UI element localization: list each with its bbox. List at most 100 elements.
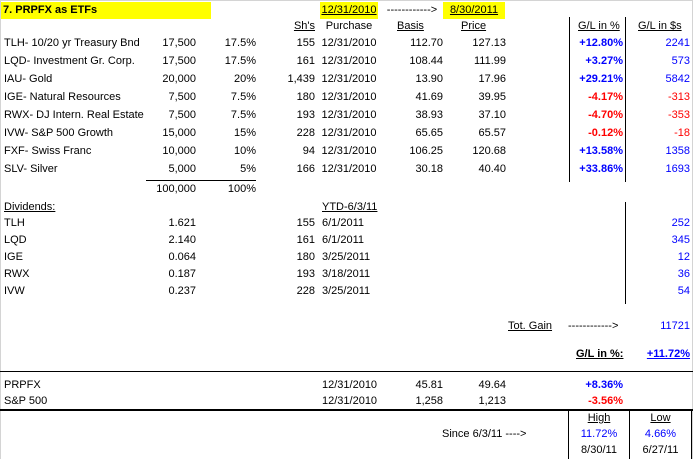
dividend-date: 3/25/2011 [322, 251, 371, 263]
holding-amount: 5,000 [168, 163, 196, 175]
dividend-shares: 228 [296, 285, 315, 297]
since-high-value: 11.72% [580, 428, 618, 440]
dividend-date: 3/18/2011 [322, 268, 371, 280]
col-header-purchase: Purchase [325, 20, 373, 32]
holding-gl-pct: +3.27% [585, 55, 623, 67]
dividend-ticker: RWX [4, 268, 30, 280]
holding-gl-pct: +13.58% [579, 145, 623, 157]
since-label: Since 6/3/11 ----> [442, 428, 527, 440]
dividend-ticker: LQD [4, 234, 27, 246]
holding-amount: 15,000 [162, 127, 196, 139]
holding-alloc: 15% [233, 127, 256, 139]
holding-purchase-date: 12/31/2010 [321, 91, 377, 103]
holding-gl-pct: +12.80% [579, 37, 623, 49]
dividend-ticker: IVW [4, 285, 25, 297]
holding-gl-usd: 1358 [665, 145, 690, 157]
holding-gl-usd: -313 [667, 91, 690, 103]
dividend-total: 36 [677, 268, 690, 280]
dividends-label: Dividends: [4, 201, 56, 213]
holding-gl-usd: 2241 [665, 37, 690, 49]
dividend-date: 6/1/2011 [322, 217, 365, 229]
holding-shares: 161 [296, 55, 315, 67]
dividend-amount: 0.187 [168, 268, 196, 280]
holding-shares: 180 [296, 91, 315, 103]
dividend-total: 12 [677, 251, 690, 263]
holding-basis: 41.69 [415, 91, 443, 103]
holding-gl-pct: +29.21% [579, 73, 623, 85]
holding-name: IAU- Gold [4, 73, 53, 85]
holding-price: 127.13 [472, 37, 506, 49]
start-date-header: 12/31/2010 [320, 2, 378, 19]
holding-purchase-date: 12/31/2010 [321, 163, 377, 175]
dividend-amount: 0.064 [168, 251, 196, 263]
col-header-price: Price [461, 20, 487, 32]
tot-gain-value: 11721 [660, 320, 690, 332]
dividend-amount: 2.140 [168, 234, 196, 246]
dividend-date: 3/25/2011 [322, 285, 371, 297]
end-date-header: 8/30/2011 [443, 2, 505, 19]
holding-purchase-date: 12/31/2010 [321, 73, 377, 85]
since-low-value: 4.66% [644, 428, 677, 440]
holding-purchase-date: 12/31/2010 [321, 109, 377, 121]
dividend-amount: 1.621 [168, 217, 196, 229]
holding-gl-pct: +33.86% [579, 163, 623, 175]
holding-alloc: 17.5% [224, 37, 256, 49]
tot-gain-label: Tot. Gain [508, 320, 553, 332]
dividend-shares: 180 [296, 251, 315, 263]
holding-gl-pct: -0.12% [588, 127, 623, 139]
holding-alloc: 17.5% [224, 55, 256, 67]
holding-name: RWX- DJ Intern. Real Estate [4, 109, 144, 121]
holding-alloc: 5% [240, 163, 256, 175]
holding-name: IVW- S&P 500 Growth [4, 127, 114, 139]
benchmark-name: S&P 500 [4, 395, 48, 407]
holding-gl-usd: -18 [674, 127, 690, 139]
holding-name: LQD- Investment Gr. Corp. [4, 55, 135, 67]
holding-name: TLH- 10/20 yr Treasury Bnd [4, 37, 140, 49]
date-arrow: ------------> [386, 4, 438, 16]
holding-amount: 10,000 [162, 145, 196, 157]
holding-price: 40.40 [478, 163, 506, 175]
holding-basis: 108.44 [409, 55, 443, 67]
dividend-date: 6/1/2011 [322, 234, 365, 246]
holding-purchase-date: 12/31/2010 [321, 37, 377, 49]
col-header-gl-usd: G/L in $s [638, 20, 682, 32]
dividend-shares: 155 [296, 217, 315, 229]
holding-name: FXF- Swiss Franc [4, 145, 92, 157]
holding-alloc: 7.5% [230, 109, 256, 121]
benchmark-gl-pct: -3.56% [588, 395, 623, 407]
total-amount: 100,000 [156, 183, 196, 195]
holding-gl-usd: 1693 [665, 163, 690, 175]
holding-gl-pct: -4.17% [588, 91, 623, 103]
holding-gl-usd: -353 [667, 109, 690, 121]
dividend-total: 252 [671, 217, 690, 229]
holding-basis: 65.65 [415, 127, 443, 139]
holding-gl-usd: 573 [671, 55, 690, 67]
benchmark-basis: 45.81 [415, 379, 443, 391]
holding-shares: 94 [302, 145, 315, 157]
benchmark-gl-pct: +8.36% [585, 379, 623, 391]
benchmark-date: 12/31/2010 [322, 379, 378, 391]
holding-amount: 7,500 [168, 91, 196, 103]
dividend-amount: 0.237 [168, 285, 196, 297]
since-high-date: 8/30/11 [581, 444, 617, 456]
holding-basis: 106.25 [409, 145, 443, 157]
dividend-ticker: IGE [4, 251, 23, 263]
holding-price: 37.10 [478, 109, 506, 121]
holding-shares: 1,439 [287, 73, 315, 85]
dividends-ytd: YTD-6/3/11 [322, 201, 378, 213]
holding-shares: 193 [296, 109, 315, 121]
holding-gl-usd: 5842 [665, 73, 690, 85]
holding-amount: 17,500 [162, 55, 196, 67]
dividend-shares: 193 [296, 268, 315, 280]
benchmark-date: 12/31/2010 [322, 395, 378, 407]
holding-purchase-date: 12/31/2010 [321, 145, 377, 157]
holding-purchase-date: 12/31/2010 [321, 55, 377, 67]
since-low-date: 6/27/11 [642, 444, 679, 456]
benchmark-basis: 1,258 [415, 395, 443, 407]
holding-price: 111.99 [473, 55, 506, 67]
dividend-ticker: TLH [4, 217, 25, 229]
gl-pct-label: G/L in %: [576, 348, 624, 360]
holding-shares: 166 [296, 163, 315, 175]
gl-pct-value: +11.72% [646, 348, 690, 360]
holding-purchase-date: 12/31/2010 [321, 127, 377, 139]
